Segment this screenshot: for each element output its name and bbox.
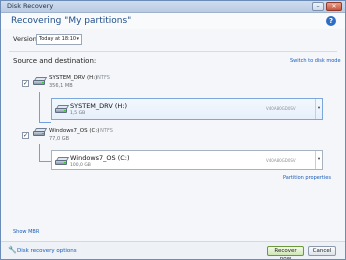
source-checkbox-system-drv[interactable]: ✓	[22, 80, 29, 87]
minimize-button[interactable]: –	[312, 2, 324, 11]
partition-properties-link[interactable]: Partition properties	[283, 175, 331, 181]
chevron-down-icon[interactable]: ▾	[315, 151, 322, 169]
destination-disk-serial: V40A80GD0SV	[266, 106, 296, 111]
show-mbr-link[interactable]: Show MBR	[13, 229, 39, 235]
source-disk-name: Windows7_OS (C:)	[49, 128, 100, 134]
destination-disk-name: SYSTEM_DRV (H:)	[70, 102, 127, 110]
close-button[interactable]: ✕	[326, 2, 342, 11]
source-disk-fs: · NTFS	[94, 75, 110, 81]
version-selected-value: Today at 18:10	[39, 36, 77, 42]
switch-to-disk-mode-link[interactable]: Switch to disk mode	[290, 58, 341, 64]
destination-select-windows7-os[interactable]: Windows7_OS (C:) 100,0 GB V40A80GD0SV ▾	[51, 150, 323, 170]
destination-disk-name: Windows7_OS (C:)	[70, 154, 130, 162]
help-icon[interactable]: ?	[326, 16, 336, 26]
chevron-down-icon[interactable]: ▾	[315, 99, 322, 119]
dialog-header: Recovering "My partitions" ?	[1, 13, 345, 29]
page-title: Recovering "My partitions"	[11, 16, 132, 26]
source-disk-name: SYSTEM_DRV (H:)	[49, 75, 98, 81]
section-label: Source and destination:	[13, 57, 97, 65]
destination-select-system-drv[interactable]: SYSTEM_DRV (H:) 1,5 GB V40A80GD0SV ▾	[51, 98, 323, 120]
chevron-down-icon: ▾	[76, 36, 79, 42]
window-title: Disk Recovery	[7, 2, 54, 10]
wrench-icon: 🔧	[8, 246, 17, 254]
tree-connector	[39, 92, 40, 122]
disk-recovery-window: Disk Recovery – ✕ Recovering "My partiti…	[0, 0, 346, 260]
tree-connector	[39, 122, 51, 123]
destination-disk-serial: V40A80GD0SV	[266, 158, 296, 163]
title-bar: Disk Recovery – ✕	[1, 1, 345, 13]
disk-recovery-options-link[interactable]: Disk recovery options	[17, 248, 77, 254]
source-checkbox-windows7-os[interactable]: ✓	[22, 132, 29, 139]
tree-connector	[39, 161, 51, 162]
version-select[interactable]: Today at 18:10 ▾	[36, 34, 82, 45]
tree-connector	[39, 144, 40, 161]
dialog-footer: 🔧 Disk recovery options Recover now Canc…	[1, 241, 345, 259]
destination-disk-size: 100,0 GB	[70, 163, 91, 168]
recover-now-button[interactable]: Recover now	[267, 246, 304, 259]
cancel-button[interactable]: Cancel	[308, 246, 336, 256]
source-disk-size: 77,0 GB	[49, 136, 70, 142]
destination-disk-size: 1,5 GB	[70, 111, 86, 116]
source-disk-fs: · NTFS	[97, 128, 113, 134]
source-disk-size: 356,1 MB	[49, 83, 73, 89]
divider	[9, 51, 337, 52]
